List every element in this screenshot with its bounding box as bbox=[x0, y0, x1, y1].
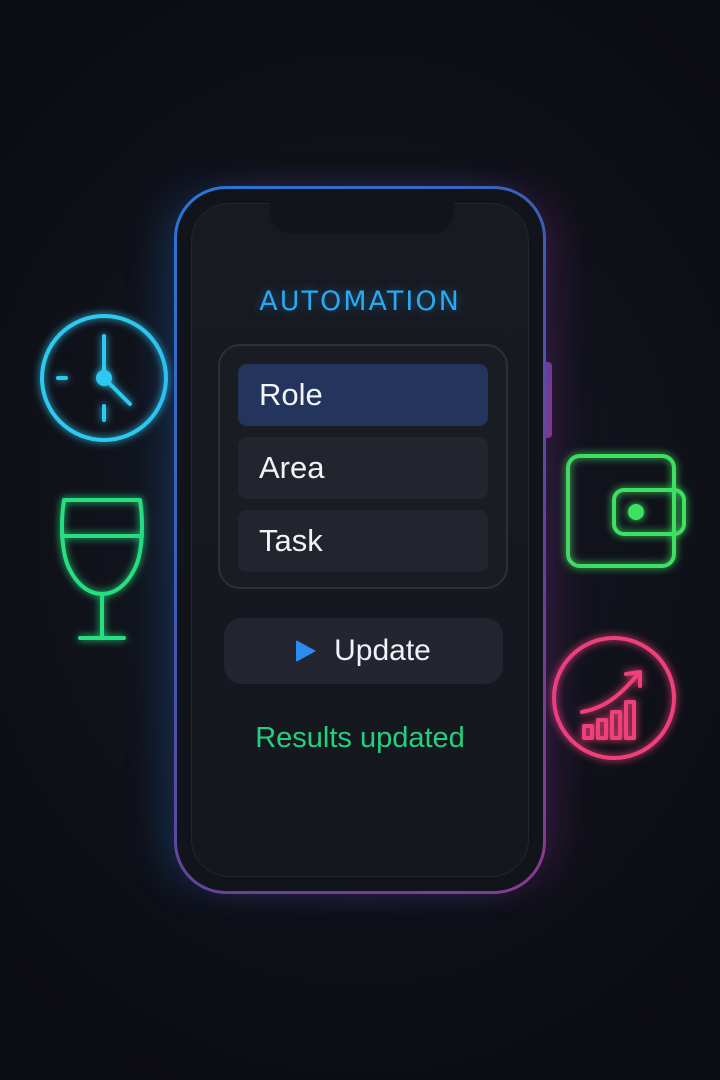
phone-notch bbox=[270, 202, 454, 234]
app-title: AUTOMATION bbox=[259, 286, 461, 317]
wine-glass-icon bbox=[56, 496, 148, 651]
options-panel: Role Area Task bbox=[218, 344, 508, 589]
update-button[interactable]: Update bbox=[224, 618, 503, 684]
scene-background: AUTOMATION Role Area Task Update Results… bbox=[0, 0, 720, 1080]
phone-side-button bbox=[546, 362, 552, 438]
status-message: Results updated bbox=[255, 722, 465, 754]
play-icon bbox=[296, 640, 317, 662]
clock-icon bbox=[40, 314, 170, 449]
update-button-label: Update bbox=[334, 634, 431, 667]
growth-chart-icon bbox=[552, 634, 680, 767]
option-area[interactable]: Area bbox=[238, 437, 488, 499]
phone-screen: AUTOMATION Role Area Task Update Results… bbox=[191, 202, 529, 877]
option-task[interactable]: Task bbox=[238, 510, 488, 572]
wallet-icon bbox=[564, 452, 688, 575]
phone-frame: AUTOMATION Role Area Task Update Results… bbox=[174, 186, 546, 894]
phone-body: AUTOMATION Role Area Task Update Results… bbox=[177, 189, 543, 891]
option-role[interactable]: Role bbox=[238, 364, 488, 426]
